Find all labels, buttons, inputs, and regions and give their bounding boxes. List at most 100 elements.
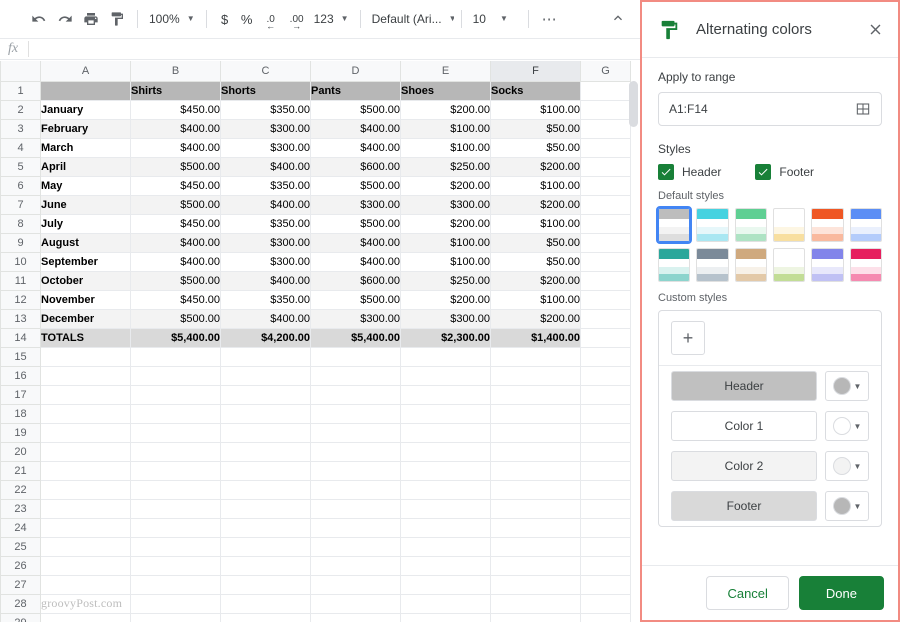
cell-amount[interactable]: $400.00: [310, 137, 401, 158]
percent-format-button[interactable]: %: [236, 12, 258, 27]
cell-blank[interactable]: groovyPost.com: [40, 593, 131, 614]
column-header-b[interactable]: B: [130, 61, 221, 82]
row-header-12[interactable]: 12: [0, 289, 41, 310]
row-header-23[interactable]: 23: [0, 498, 41, 519]
cell-amount[interactable]: $400.00: [220, 156, 311, 177]
cell-blank[interactable]: [400, 422, 491, 443]
cell-blank[interactable]: [130, 536, 221, 557]
cell-blank[interactable]: [40, 536, 131, 557]
cell-amount[interactable]: $400.00: [130, 137, 221, 158]
cell-amount[interactable]: $400.00: [130, 118, 221, 139]
custom-style-label-color2[interactable]: Color 2: [671, 451, 817, 481]
cell-blank[interactable]: [580, 289, 631, 310]
cell-blank[interactable]: [400, 593, 491, 614]
font-family-selector[interactable]: Default (Ari... ▼: [368, 9, 454, 29]
cell-total[interactable]: $5,400.00: [310, 327, 401, 348]
cell-blank[interactable]: [310, 593, 401, 614]
cell-blank[interactable]: [490, 479, 581, 500]
add-custom-style-button[interactable]: +: [671, 321, 705, 355]
cell-blank[interactable]: [400, 403, 491, 424]
cell-amount[interactable]: $50.00: [490, 232, 581, 253]
row-header-1[interactable]: 1: [0, 80, 41, 101]
cell-amount[interactable]: $100.00: [400, 251, 491, 272]
cell-blank[interactable]: [490, 346, 581, 367]
cell-blank[interactable]: [400, 536, 491, 557]
cell-amount[interactable]: $200.00: [490, 270, 581, 291]
cell-blank[interactable]: [220, 498, 311, 519]
row-header-9[interactable]: 9: [0, 232, 41, 253]
cell-blank[interactable]: [220, 441, 311, 462]
cell-amount[interactable]: $100.00: [490, 289, 581, 310]
cell-blank[interactable]: [130, 479, 221, 500]
cell-header-2[interactable]: Shirts: [130, 80, 221, 101]
cell-blank[interactable]: [580, 498, 631, 519]
cell-blank[interactable]: [400, 441, 491, 462]
cell-blank[interactable]: [220, 612, 311, 622]
default-style-pink[interactable]: [849, 248, 882, 282]
cell-blank[interactable]: [130, 593, 221, 614]
cell-blank[interactable]: [40, 612, 131, 622]
cell-amount[interactable]: $100.00: [490, 175, 581, 196]
cell-blank[interactable]: [580, 327, 631, 348]
row-header-18[interactable]: 18: [0, 403, 41, 424]
currency-format-button[interactable]: $: [214, 12, 236, 27]
cell-amount[interactable]: $350.00: [220, 213, 311, 234]
zoom-selector[interactable]: 100% ▼: [145, 9, 199, 29]
cell-blank[interactable]: [40, 498, 131, 519]
cell-amount[interactable]: $500.00: [310, 175, 401, 196]
cell-blank[interactable]: [580, 99, 631, 120]
cell-blank[interactable]: [490, 460, 581, 481]
cell-blank[interactable]: [130, 517, 221, 538]
cell-blank[interactable]: [130, 422, 221, 443]
row-header-20[interactable]: 20: [0, 441, 41, 462]
row-header-2[interactable]: 2: [0, 99, 41, 120]
default-style-lime[interactable]: [772, 248, 806, 282]
cell-month[interactable]: November: [40, 289, 131, 310]
row-header-25[interactable]: 25: [0, 536, 41, 557]
cell-month[interactable]: May: [40, 175, 131, 196]
cell-blank[interactable]: [580, 175, 631, 196]
cell-amount[interactable]: $50.00: [490, 118, 581, 139]
cell-blank[interactable]: [490, 498, 581, 519]
paint-format-icon[interactable]: [104, 6, 130, 32]
row-header-6[interactable]: 6: [0, 175, 41, 196]
cell-blank[interactable]: [40, 384, 131, 405]
cell-amount[interactable]: $200.00: [400, 99, 491, 120]
cell-blank[interactable]: [130, 460, 221, 481]
row-header-3[interactable]: 3: [0, 118, 41, 139]
footer-checkbox-group[interactable]: Footer: [755, 164, 814, 180]
cell-blank[interactable]: [40, 574, 131, 595]
cell-amount[interactable]: $300.00: [400, 308, 491, 329]
column-header-c[interactable]: C: [220, 61, 311, 82]
custom-style-label-header[interactable]: Header: [671, 371, 817, 401]
cell-blank[interactable]: [490, 593, 581, 614]
cell-blank[interactable]: [130, 574, 221, 595]
cell-blank[interactable]: [490, 555, 581, 576]
cell-amount[interactable]: $100.00: [400, 232, 491, 253]
cell-blank[interactable]: [220, 555, 311, 576]
cell-amount[interactable]: $400.00: [310, 232, 401, 253]
done-button[interactable]: Done: [798, 576, 884, 610]
row-header-10[interactable]: 10: [0, 251, 41, 272]
default-style-cyan[interactable]: [696, 208, 729, 242]
custom-style-label-color1[interactable]: Color 1: [671, 411, 817, 441]
color-picker-header[interactable]: ▼: [825, 371, 869, 401]
cell-blank[interactable]: [310, 479, 401, 500]
cell-header-3[interactable]: Shorts: [220, 80, 311, 101]
row-header-5[interactable]: 5: [0, 156, 41, 177]
cell-amount[interactable]: $200.00: [400, 213, 491, 234]
row-header-28[interactable]: 28: [0, 593, 41, 614]
cell-amount[interactable]: $300.00: [310, 308, 401, 329]
cell-amount[interactable]: $400.00: [310, 251, 401, 272]
cell-blank[interactable]: [400, 555, 491, 576]
range-input[interactable]: A1:F14: [658, 92, 882, 126]
cell-blank[interactable]: [310, 536, 401, 557]
header-checkbox-group[interactable]: Header: [658, 164, 721, 180]
cell-amount[interactable]: $300.00: [220, 118, 311, 139]
redo-icon[interactable]: [52, 6, 78, 32]
cell-blank[interactable]: [580, 403, 631, 424]
cell-blank[interactable]: [580, 517, 631, 538]
cell-total[interactable]: $5,400.00: [130, 327, 221, 348]
cell-amount[interactable]: $200.00: [490, 156, 581, 177]
cell-g1[interactable]: [580, 80, 631, 101]
